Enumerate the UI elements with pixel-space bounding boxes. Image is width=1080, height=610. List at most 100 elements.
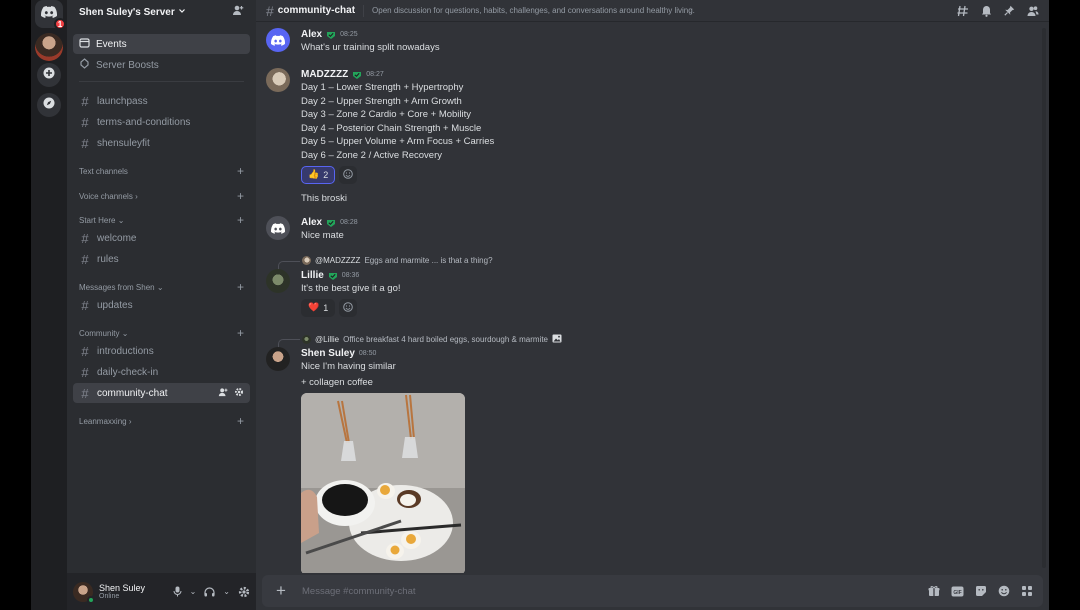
home-button[interactable]: 1 xyxy=(35,0,66,30)
member-list-icon[interactable] xyxy=(1027,5,1039,17)
bell-icon[interactable] xyxy=(981,5,992,17)
server-header[interactable]: Shen Suley's Server xyxy=(67,0,256,24)
create-channel-icon[interactable]: + xyxy=(237,326,244,340)
message-author[interactable]: Alex xyxy=(301,217,322,228)
channel-daily-check-in[interactable]: # daily-check-in xyxy=(73,362,250,382)
boost-gem-icon xyxy=(79,58,90,72)
invite-icon[interactable] xyxy=(218,387,228,400)
hashtag-icon: # xyxy=(81,343,89,359)
avatar[interactable] xyxy=(73,581,95,604)
message-item[interactable]: Alex 08:25 What's ur training split nowa… xyxy=(266,28,1026,55)
avatar[interactable] xyxy=(266,68,290,92)
channel-introductions[interactable]: # introductions xyxy=(73,341,250,361)
sidebar-item-label: Server Boosts xyxy=(96,59,159,71)
message-timestamp: 08:50 xyxy=(358,350,377,357)
channel-welcome[interactable]: # welcome xyxy=(73,228,250,248)
message-author[interactable]: Shen Suley xyxy=(301,348,355,359)
attached-photo[interactable] xyxy=(301,393,465,573)
user-status: Online xyxy=(99,593,120,600)
main-chat: # community-chat Open discussion for que… xyxy=(256,0,1049,610)
avatar[interactable] xyxy=(266,28,290,52)
pin-icon[interactable] xyxy=(1004,5,1015,17)
channel-terms-and-conditions[interactable]: # terms-and-conditions xyxy=(73,112,250,132)
gif-icon[interactable]: GIF xyxy=(951,586,964,597)
message-item[interactable]: Alex 08:28 Nice mate xyxy=(266,216,1026,243)
hashtag-icon: # xyxy=(81,364,89,380)
hashtag-icon: # xyxy=(266,2,274,19)
role-badge-icon[interactable] xyxy=(326,30,336,40)
emoji-icon[interactable] xyxy=(998,585,1010,597)
channel-updates[interactable]: # updates xyxy=(73,295,250,315)
gift-icon[interactable] xyxy=(928,585,940,597)
add-reaction-button[interactable] xyxy=(339,165,358,184)
create-channel-icon[interactable]: + xyxy=(237,164,244,178)
message-text: Day 5 – Upper Volume + Arm Focus + Carri… xyxy=(301,136,495,148)
discover-button[interactable] xyxy=(37,93,61,117)
role-badge-icon[interactable] xyxy=(328,271,338,281)
channel-label: rules xyxy=(97,253,119,265)
hashtag-icon: # xyxy=(81,297,89,313)
gear-icon[interactable] xyxy=(234,387,244,400)
channel-topic[interactable]: Open discussion for questions, habits, c… xyxy=(372,6,957,15)
channel-label: launchpass xyxy=(97,95,148,107)
channel-launchpass[interactable]: # launchpass xyxy=(73,91,250,111)
microphone-icon[interactable] xyxy=(173,586,182,597)
category-messages-from-shen[interactable]: Messages from Shen ⌄ + xyxy=(73,280,250,294)
create-channel-icon[interactable]: + xyxy=(237,189,244,203)
chevron-down-icon[interactable]: ⌄ xyxy=(190,587,197,596)
chevron-down-icon xyxy=(178,7,186,18)
category-leanmaxxing[interactable]: Leanmaxxing › + xyxy=(73,414,250,428)
role-badge-icon[interactable] xyxy=(326,218,336,228)
server-icon-shen[interactable] xyxy=(35,33,63,61)
reaction-thumbs-up[interactable]: 👍 2 xyxy=(301,165,336,184)
category-text-channels[interactable]: Text channels + xyxy=(73,164,250,178)
reaction-heart[interactable]: ❤️ 1 xyxy=(301,298,336,317)
message-author[interactable]: Lillie xyxy=(301,270,324,281)
reply-preview[interactable]: @Lillie Office breakfast 4 hard boiled e… xyxy=(278,334,562,348)
message-author[interactable]: Alex xyxy=(301,29,322,40)
add-reaction-icon xyxy=(343,301,354,314)
channel-label: daily-check-in xyxy=(97,366,159,378)
message-item[interactable]: @Lillie Office breakfast 4 hard boiled e… xyxy=(266,334,1026,573)
avatar[interactable] xyxy=(266,216,290,240)
headphones-icon[interactable] xyxy=(204,586,215,597)
channel-rules[interactable]: # rules xyxy=(73,249,250,269)
upload-plus-icon[interactable]: + xyxy=(272,581,290,601)
chevron-down-icon[interactable]: ⌄ xyxy=(223,587,230,596)
avatar[interactable] xyxy=(266,347,290,371)
user-info[interactable]: Shen Suley Online xyxy=(99,583,173,600)
message-author[interactable]: MADZZZZ xyxy=(301,69,348,80)
role-badge-icon[interactable] xyxy=(352,70,362,80)
create-channel-icon[interactable]: + xyxy=(237,280,244,294)
channel-title: community-chat xyxy=(277,5,356,16)
message-item[interactable]: @MADZZZZ Eggs and marmite ... is that a … xyxy=(266,256,1026,317)
sidebar-item-events[interactable]: Events xyxy=(73,34,250,54)
message-scrollbar[interactable] xyxy=(1042,28,1046,568)
threads-icon[interactable] xyxy=(957,5,969,17)
category-label: Text channels xyxy=(79,166,128,176)
add-server-button[interactable] xyxy=(37,63,61,87)
message-input[interactable] xyxy=(302,585,928,597)
channel-shensuleyfit[interactable]: # shensuleyfit xyxy=(73,133,250,153)
add-reaction-button[interactable] xyxy=(339,298,358,317)
sticker-icon[interactable] xyxy=(975,585,987,597)
message-timestamp: 08:25 xyxy=(340,31,358,38)
category-community[interactable]: Community ⌄ + xyxy=(73,326,250,340)
settings-gear-icon[interactable] xyxy=(238,586,250,598)
create-channel-icon[interactable]: + xyxy=(237,414,244,428)
category-start-here[interactable]: Start Here ⌄ + xyxy=(73,213,250,227)
sidebar-item-server-boosts[interactable]: Server Boosts xyxy=(73,55,250,75)
apps-icon[interactable] xyxy=(1021,585,1033,597)
server-rail: 1 xyxy=(31,0,67,610)
category-voice-channels[interactable]: Voice channels › + xyxy=(73,189,250,203)
add-reaction-icon xyxy=(343,168,354,181)
channel-community-chat[interactable]: # community-chat xyxy=(73,383,250,403)
message-item[interactable]: MADZZZZ 08:27 Day 1 – Lower Strength + H… xyxy=(266,68,1026,205)
chevron-right-icon: › xyxy=(128,416,132,426)
chevron-right-icon: › xyxy=(135,191,138,201)
reaction-bar: 👍 2 xyxy=(301,165,1026,184)
reply-preview[interactable]: @MADZZZZ Eggs and marmite ... is that a … xyxy=(278,256,493,270)
avatar[interactable] xyxy=(266,269,290,293)
create-channel-icon[interactable]: + xyxy=(237,213,244,227)
invite-people-icon[interactable] xyxy=(232,3,244,21)
